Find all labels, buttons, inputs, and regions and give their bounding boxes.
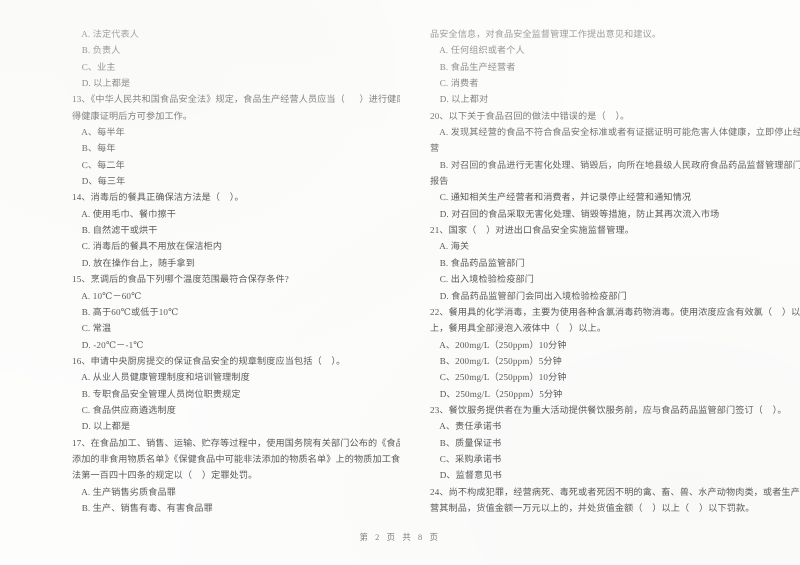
left-line: C、每二年	[72, 159, 125, 170]
left-line: B. 高于60℃或低于10℃	[72, 306, 179, 317]
right-line: 21、国家（ ）对进出口食品安全实施监督管理。	[430, 225, 634, 236]
right-line: 24、尚不构成犯罪，经营病死、毒死或者死因不明的禽、畜、兽、水产动物肉类，或者生…	[430, 486, 800, 497]
left-line: 15、烹调后的食品下列哪个温度范围最符合保存条件?	[72, 274, 289, 285]
left-line: D. 以上都是	[72, 421, 131, 432]
left-line: C. 生产销售不符合安全标准的食品罪	[72, 516, 400, 517]
right-line: 20、以下关于食品召回的做法中错误的是（ ）。	[430, 110, 630, 121]
left-line: B、每年	[72, 143, 116, 154]
right-line: B. 食品药品监管部门	[430, 257, 525, 268]
right-line: D. 对召回的食品采取无害化处理、销毁等措施，防止其再次流入市场	[430, 208, 720, 219]
right-line: 22、餐用具的化学消毒，主要为使用各种含氯消毒药物消毒。使用浓度应含有效氯（ ）…	[430, 306, 800, 317]
left-line: D. 以上都是	[72, 78, 131, 89]
right-line: 营	[430, 143, 440, 154]
right-line: D、监督意见书	[430, 470, 502, 481]
right-column: 品安全信息，对食品安全监督管理工作提出意见和建议。 A. 任何组织或者个人 B.…	[400, 26, 800, 517]
left-line: 14、消毒后的餐具正确保洁方法是（ ）。	[72, 192, 244, 203]
right-line: C. 消费者	[430, 78, 479, 89]
page-footer: 第 2 页 共 8 页	[359, 533, 441, 542]
left-line: C. 食品供应商遴选制度	[72, 404, 176, 415]
right-line: D. 食品药品监管部门会同出入境检验检疫部门	[430, 290, 627, 301]
right-line: A. 5万元，10万元	[430, 516, 800, 517]
left-line: A. 生产销售劣质食品罪	[72, 486, 176, 497]
left-line: D、每三年	[72, 176, 126, 187]
right-line: 上，餐用具全部浸泡入液体中（ ）以上。	[430, 323, 607, 334]
left-line: 13、《中华人民共和国食品安全法》规定，食品生产经营人员应当（ ）进行健康检查，…	[72, 94, 400, 105]
left-line: 得健康证明后方可参加工作。	[72, 110, 193, 121]
right-line: D. 以上都对	[430, 94, 489, 105]
right-line: 品安全信息，对食品安全监督管理工作提出意见和建议。	[430, 29, 662, 39]
right-line: B. 对召回的食品进行无害化处理、销毁后，向所在地县级人民政府食品药品监督管理部…	[430, 159, 800, 170]
right-line: A、200mg/L（250ppm）10分钟	[430, 339, 567, 350]
left-line: A、每半年	[72, 127, 125, 138]
right-line: 营其制品，货值金额一万元以上的，并处货值金额（ ）以上（ ）以下罚款。	[430, 502, 755, 513]
right-line: 23、餐饮服务提供者在为重大活动提供餐饮服务前，应与食品药品监管部门签订（ ）。	[430, 404, 787, 415]
left-line: 添加的非食用物质名单》《保健食品中可能非法添加的物质名单》上的物质加工食品的，依…	[72, 453, 400, 464]
left-line: 17、在食品加工、销售、运输、贮存等过程中，使用国务院有关部门公布的《食品中可能…	[72, 437, 400, 448]
left-line: A. 法定代表人	[72, 29, 139, 39]
left-line: 法第一百四十四条的规定以（ ）定罪处罚。	[72, 470, 258, 481]
right-line: B、质量保证书	[430, 437, 502, 448]
right-line: B. 食品生产经营者	[430, 61, 516, 72]
right-line: 报告	[430, 176, 449, 187]
right-line: C. 通知相关生产经营者和消费者，并记录停止经营和通知情况	[430, 192, 692, 203]
right-line: C、采购承诺书	[430, 453, 502, 464]
left-line: A. 使用毛巾、餐巾擦干	[72, 208, 176, 219]
left-line: A. 从业人员健康管理制度和培训管理制度	[72, 372, 250, 383]
left-line: D. -20℃－-1℃	[72, 339, 144, 350]
document-page: A. 法定代表人 B. 负责人 C、业主 D. 以上都是 13、《中华人民共和国食…	[0, 0, 800, 565]
left-column: A. 法定代表人 B. 负责人 C、业主 D. 以上都是 13、《中华人民共和国食…	[0, 26, 400, 517]
right-line: C、250mg/L（250ppm）10分钟	[430, 372, 567, 383]
right-line: B、200mg/L（250ppm）5分钟	[430, 355, 562, 366]
right-line: D、250mg/L（250ppm）5分钟	[430, 388, 563, 399]
right-line: A. 任何组织或者个人	[430, 45, 525, 56]
right-line: A. 发现其经营的食品不符合食品安全标准或者有证据证明可能危害人体健康，立即停止…	[430, 127, 800, 138]
right-line: A. 海关	[430, 241, 470, 252]
left-line: B. 专职食品安全管理人员岗位职责规定	[72, 388, 241, 399]
left-line: D. 放在操作台上，随手拿到	[72, 257, 195, 268]
right-line: A、责任承诺书	[430, 421, 502, 432]
left-line: C、业主	[72, 61, 116, 72]
left-line: A. 10℃－60℃	[72, 290, 142, 301]
left-line: C. 常温	[72, 323, 112, 334]
left-line: 16、申请中央厨房提交的保证食品安全的规章制度应当包括（ ）。	[72, 355, 346, 366]
left-line: B. 负责人	[72, 45, 121, 56]
right-line: C. 出入境检验检疫部门	[430, 274, 534, 285]
two-column-body: A. 法定代表人 B. 负责人 C、业主 D. 以上都是 13、《中华人民共和国食…	[0, 26, 800, 517]
left-line: C. 消毒后的餐具不用放在保洁柜内	[72, 241, 223, 252]
left-line: B. 生产、销售有毒、有害食品罪	[72, 502, 213, 513]
left-line: B. 自然滤干或烘干	[72, 225, 158, 236]
